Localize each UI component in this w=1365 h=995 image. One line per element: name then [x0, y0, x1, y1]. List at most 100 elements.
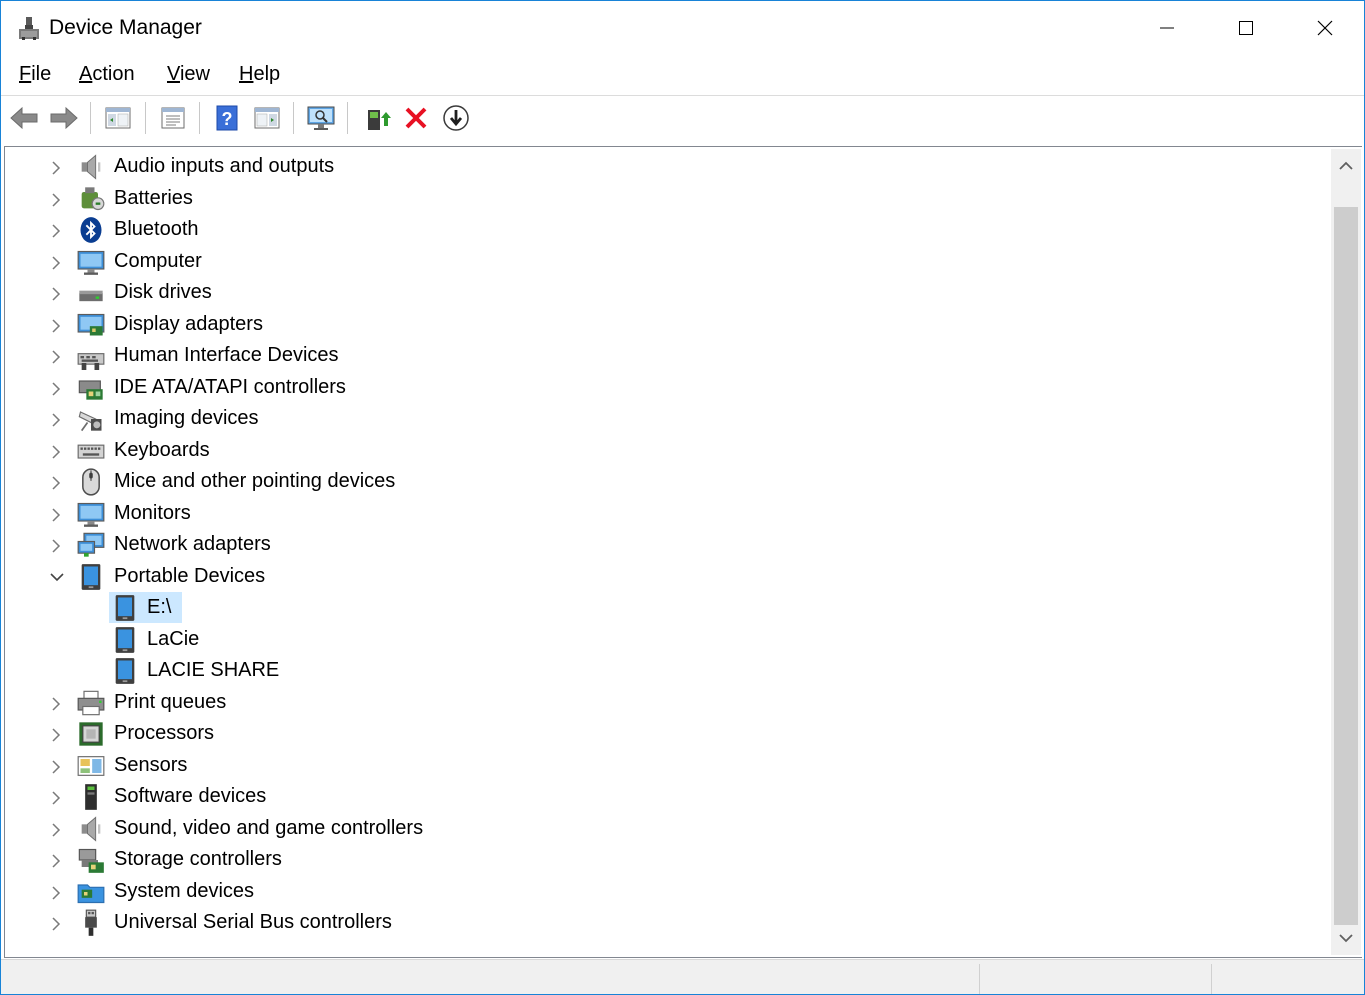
- system-folder-icon: [77, 883, 105, 903]
- close-button[interactable]: [1286, 1, 1364, 55]
- expander-collapsed[interactable]: [49, 381, 63, 396]
- monitor-icon: [77, 502, 105, 527]
- menu-help[interactable]: Help: [239, 63, 280, 86]
- chevron-right-icon: [52, 696, 61, 711]
- tree-node-icon: [77, 468, 105, 496]
- processor-icon: [79, 722, 103, 746]
- tree-category[interactable]: Storage controllers: [5, 844, 1325, 875]
- menu-file[interactable]: File: [19, 63, 51, 86]
- expander-collapsed[interactable]: [49, 318, 63, 333]
- menu-view[interactable]: View: [167, 63, 210, 86]
- chevron-right-icon: [52, 728, 61, 742]
- tree-node-label: Computer: [114, 249, 202, 272]
- expander-expanded[interactable]: [49, 570, 64, 584]
- expander-collapsed[interactable]: [49, 286, 63, 301]
- tree-node-icon: [77, 500, 105, 528]
- back-icon: [10, 106, 38, 130]
- expander-collapsed[interactable]: [49, 759, 63, 774]
- tree-category[interactable]: IDE ATA/ATAPI controllers: [5, 372, 1325, 403]
- tree-category[interactable]: Portable Devices: [5, 561, 1325, 592]
- tree-category[interactable]: Monitors: [5, 498, 1325, 529]
- tree-category[interactable]: Human Interface Devices: [5, 340, 1325, 371]
- tree-category[interactable]: Display adapters: [5, 309, 1325, 340]
- expander-collapsed[interactable]: [49, 412, 63, 427]
- expander-collapsed[interactable]: [49, 192, 63, 207]
- tree-category[interactable]: Network adapters: [5, 529, 1325, 560]
- uninstall-device-button[interactable]: [401, 103, 431, 133]
- menu-action[interactable]: Action: [79, 63, 135, 86]
- tree-category[interactable]: Sensors: [5, 750, 1325, 781]
- action-pane-button[interactable]: [252, 103, 282, 133]
- chevron-right-icon: [52, 255, 61, 270]
- maximize-button[interactable]: [1207, 1, 1285, 55]
- help-button[interactable]: ?: [212, 103, 242, 133]
- tree-node-label: Audio inputs and outputs: [114, 155, 335, 177]
- update-driver-icon: [368, 110, 391, 130]
- expander-collapsed[interactable]: [49, 696, 63, 711]
- tree-category[interactable]: Bluetooth: [5, 214, 1325, 245]
- disable-device-button[interactable]: [441, 103, 471, 133]
- expander-collapsed[interactable]: [49, 885, 63, 900]
- tree-node-label: Human Interface Devices: [114, 344, 339, 366]
- tree-category[interactable]: Print queues: [5, 687, 1325, 718]
- scan-hardware-button[interactable]: [306, 103, 336, 133]
- tree-category[interactable]: Sound, video and game controllers: [5, 813, 1325, 844]
- minimize-icon: [1160, 27, 1174, 29]
- expander-collapsed[interactable]: [49, 853, 63, 868]
- title-bar[interactable]: Device Manager: [1, 1, 1364, 57]
- tree-node-label: Storage controllers: [114, 848, 282, 870]
- tree-node-icon: [77, 216, 105, 244]
- expander-collapsed[interactable]: [49, 255, 63, 270]
- vertical-scrollbar[interactable]: [1331, 149, 1361, 955]
- tree-node-icon: [77, 153, 105, 181]
- properties-button[interactable]: [158, 103, 188, 133]
- tree-category[interactable]: Processors: [5, 718, 1325, 749]
- chevron-right-icon: [52, 224, 61, 238]
- back-button[interactable]: [9, 103, 39, 133]
- tree-category[interactable]: System devices: [5, 876, 1325, 907]
- tree-category[interactable]: Software devices: [5, 781, 1325, 812]
- tree-node-label: Portable Devices: [114, 564, 266, 587]
- tree-node-label: Universal Serial Bus controllers: [114, 911, 392, 933]
- show-hide-console-tree-button[interactable]: [103, 103, 133, 133]
- disable-device-icon: [443, 105, 469, 131]
- device-manager-window: Device Manager File Action View Help ? A…: [0, 0, 1365, 995]
- portable-device-icon: [115, 626, 135, 653]
- update-driver-button[interactable]: [363, 103, 393, 133]
- expander-collapsed[interactable]: [49, 475, 63, 490]
- maximize-icon: [1239, 21, 1253, 35]
- scroll-down-button[interactable]: [1331, 921, 1361, 955]
- expander-collapsed[interactable]: [49, 727, 63, 742]
- tree-category[interactable]: Keyboards: [5, 435, 1325, 466]
- tree-category[interactable]: Audio inputs and outputs: [5, 151, 1325, 182]
- tree-node-label: E:\: [147, 596, 172, 618]
- expander-collapsed[interactable]: [49, 160, 63, 175]
- tree-category[interactable]: Computer: [5, 246, 1325, 277]
- expander-collapsed[interactable]: [49, 444, 63, 459]
- expander-collapsed[interactable]: [49, 822, 63, 837]
- menu-action-label: ction: [92, 63, 135, 85]
- tree-category[interactable]: Imaging devices: [5, 403, 1325, 434]
- scroll-up-button[interactable]: [1331, 149, 1361, 183]
- scroll-thumb[interactable]: [1334, 207, 1358, 925]
- expander-collapsed[interactable]: [49, 349, 63, 364]
- expander-collapsed[interactable]: [49, 790, 63, 805]
- tree-device[interactable]: E:\: [5, 592, 1325, 623]
- tree-category[interactable]: Batteries: [5, 183, 1325, 214]
- expander-collapsed[interactable]: [49, 916, 63, 931]
- tree-device[interactable]: LaCie: [5, 624, 1325, 655]
- expander-collapsed[interactable]: [49, 223, 63, 238]
- menu-file-accelerator: F: [19, 63, 32, 85]
- device-tree[interactable]: Audio inputs and outputs Batteries Bluetoo…: [5, 147, 1332, 957]
- menu-help-label: elp: [253, 63, 281, 85]
- forward-button[interactable]: [49, 103, 79, 133]
- display-adapter-icon: [77, 313, 105, 335]
- expander-collapsed[interactable]: [49, 507, 63, 522]
- tree-category[interactable]: Mice and other pointing devices: [5, 466, 1325, 497]
- expander-collapsed[interactable]: [49, 538, 63, 553]
- tree-category[interactable]: Universal Serial Bus controllers: [5, 907, 1325, 938]
- minimize-button[interactable]: [1128, 1, 1206, 55]
- tree-category[interactable]: Disk drives: [5, 277, 1325, 308]
- tree-device[interactable]: LACIE SHARE: [5, 655, 1325, 686]
- tree-node-icon: [77, 563, 105, 591]
